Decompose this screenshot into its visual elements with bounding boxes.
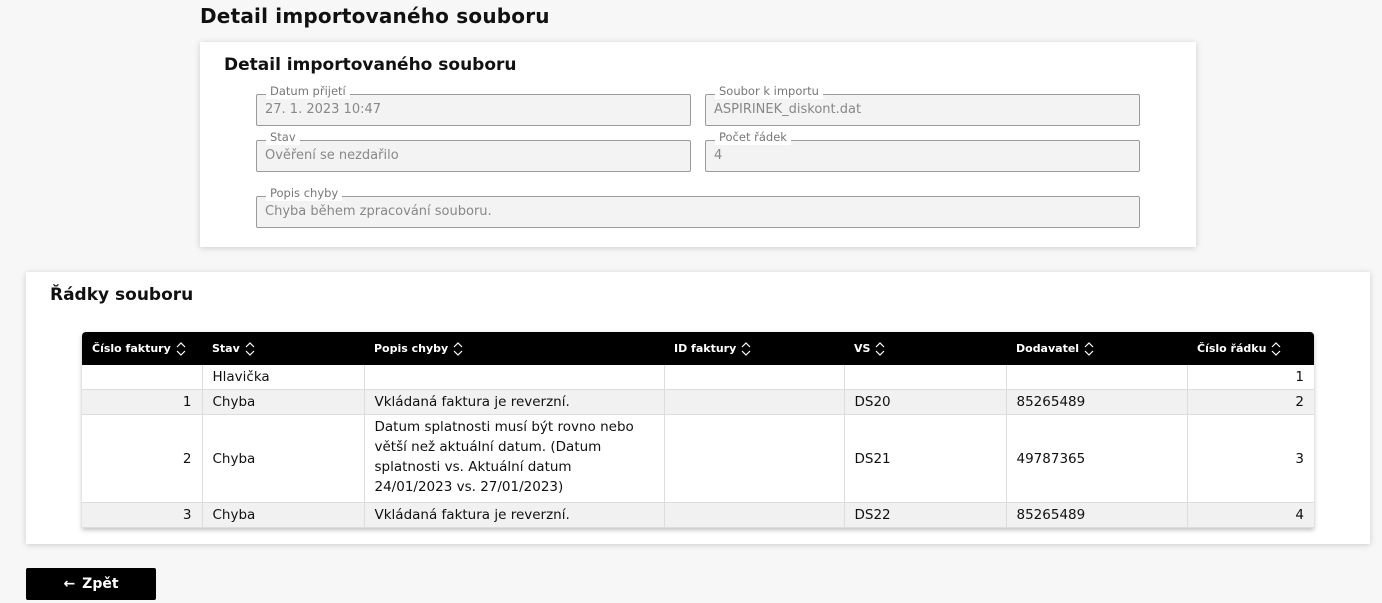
col-label: Popis chyby: [374, 341, 449, 355]
col-label: VS: [854, 341, 871, 355]
cell-cislo-faktury: 2: [82, 414, 203, 503]
col-header-dodavatel[interactable]: Dodavatel: [1006, 332, 1187, 365]
col-label: Číslo faktury: [92, 341, 171, 355]
cell-cislo-faktury: 1: [82, 389, 203, 415]
popis-chyby-label: Popis chyby: [266, 186, 343, 201]
cell-dodavatel: 85265489: [1006, 502, 1188, 528]
datum-prijeti-field[interactable]: Datum přijetí 27. 1. 2023 10:47: [256, 84, 691, 126]
cell-vs: DS20: [844, 389, 1007, 415]
rows-table-wrapper: Číslo faktury Stav Popis chyby ID faktur…: [82, 332, 1314, 528]
col-header-cislo-faktury[interactable]: Číslo faktury: [82, 332, 202, 365]
cell-popis-chyby: Vkládaná faktura je reverzní.: [364, 502, 665, 528]
sort-icon[interactable]: [1084, 339, 1094, 359]
cell-id-faktury: [664, 414, 845, 503]
cell-cislo-faktury: [82, 365, 203, 390]
detail-card-title: Detail importovaného souboru: [224, 55, 517, 75]
popis-chyby-value: Chyba během zpracování souboru.: [265, 204, 492, 219]
table-row[interactable]: Hlavička 1: [82, 365, 1314, 390]
rows-table: Číslo faktury Stav Popis chyby ID faktur…: [82, 332, 1314, 528]
col-header-popis-chyby[interactable]: Popis chyby: [364, 332, 664, 365]
col-label: ID faktury: [674, 341, 737, 355]
table-row[interactable]: 3 Chyba Vkládaná faktura je reverzní. DS…: [82, 502, 1314, 528]
cell-stav: Chyba: [202, 502, 365, 528]
cell-vs: DS21: [844, 414, 1007, 503]
stav-field[interactable]: Stav Ověření se nezdařilo: [256, 130, 691, 172]
cell-cislo-faktury: 3: [82, 502, 203, 528]
col-header-id-faktury[interactable]: ID faktury: [664, 332, 844, 365]
cell-dodavatel: 49787365: [1006, 414, 1188, 503]
cell-cislo-radku: 3: [1187, 414, 1314, 503]
cell-dodavatel: [1006, 365, 1188, 390]
rows-card-title: Řádky souboru: [50, 285, 194, 305]
cell-popis-chyby: Datum splatnosti musí být rovno nebo vět…: [364, 414, 665, 503]
pocet-radek-value: 4: [714, 148, 723, 163]
table-row[interactable]: 1 Chyba Vkládaná faktura je reverzní. DS…: [82, 389, 1314, 415]
sort-icon[interactable]: [176, 339, 186, 359]
page-title: Detail importovaného souboru: [200, 4, 550, 28]
cell-id-faktury: [664, 389, 845, 415]
pocet-radek-field[interactable]: Počet řádek 4: [705, 130, 1140, 172]
detail-card: Detail importovaného souboru Datum přije…: [200, 42, 1196, 247]
col-label: Stav: [212, 341, 240, 355]
rows-card: Řádky souboru Číslo faktury Stav Popis c…: [26, 272, 1370, 544]
soubor-label: Soubor k importu: [715, 84, 823, 99]
popis-chyby-field[interactable]: Popis chyby Chyba během zpracování soubo…: [256, 186, 1140, 228]
cell-popis-chyby: [364, 365, 665, 390]
cell-cislo-radku: 4: [1187, 502, 1314, 528]
cell-stav: Hlavička: [202, 365, 365, 390]
col-label: Dodavatel: [1016, 341, 1080, 355]
cell-dodavatel: 85265489: [1006, 389, 1188, 415]
col-header-vs[interactable]: VS: [844, 332, 1006, 365]
cell-popis-chyby: Vkládaná faktura je reverzní.: [364, 389, 665, 415]
pocet-radek-label: Počet řádek: [715, 130, 791, 145]
cell-id-faktury: [664, 502, 845, 528]
cell-vs: [844, 365, 1007, 390]
soubor-field[interactable]: Soubor k importu ASPIRINEK_diskont.dat: [705, 84, 1140, 126]
table-row[interactable]: 2 Chyba Datum splatnosti musí být rovno …: [82, 414, 1314, 503]
datum-prijeti-label: Datum přijetí: [266, 84, 350, 99]
datum-prijeti-value: 27. 1. 2023 10:47: [265, 102, 382, 117]
arrow-left-icon: ←: [63, 576, 76, 592]
col-label: Číslo řádku: [1197, 341, 1267, 355]
table-header-row: Číslo faktury Stav Popis chyby ID faktur…: [82, 332, 1314, 365]
cell-stav: Chyba: [202, 389, 365, 415]
cell-cislo-radku: 1: [1187, 365, 1314, 390]
stav-value: Ověření se nezdařilo: [265, 148, 399, 163]
col-header-stav[interactable]: Stav: [202, 332, 364, 365]
sort-icon[interactable]: [1271, 339, 1281, 359]
back-button[interactable]: ← Zpět: [26, 568, 156, 600]
sort-icon[interactable]: [741, 339, 751, 359]
cell-cislo-radku: 2: [1187, 389, 1314, 415]
sort-icon[interactable]: [245, 339, 255, 359]
soubor-value: ASPIRINEK_diskont.dat: [714, 102, 862, 117]
sort-icon[interactable]: [875, 339, 885, 359]
stav-label: Stav: [266, 130, 300, 145]
sort-icon[interactable]: [453, 339, 463, 359]
cell-vs: DS22: [844, 502, 1007, 528]
back-button-label: Zpět: [82, 576, 119, 592]
col-header-cislo-radku[interactable]: Číslo řádku: [1187, 332, 1314, 365]
cell-stav: Chyba: [202, 414, 365, 503]
cell-id-faktury: [664, 365, 845, 390]
